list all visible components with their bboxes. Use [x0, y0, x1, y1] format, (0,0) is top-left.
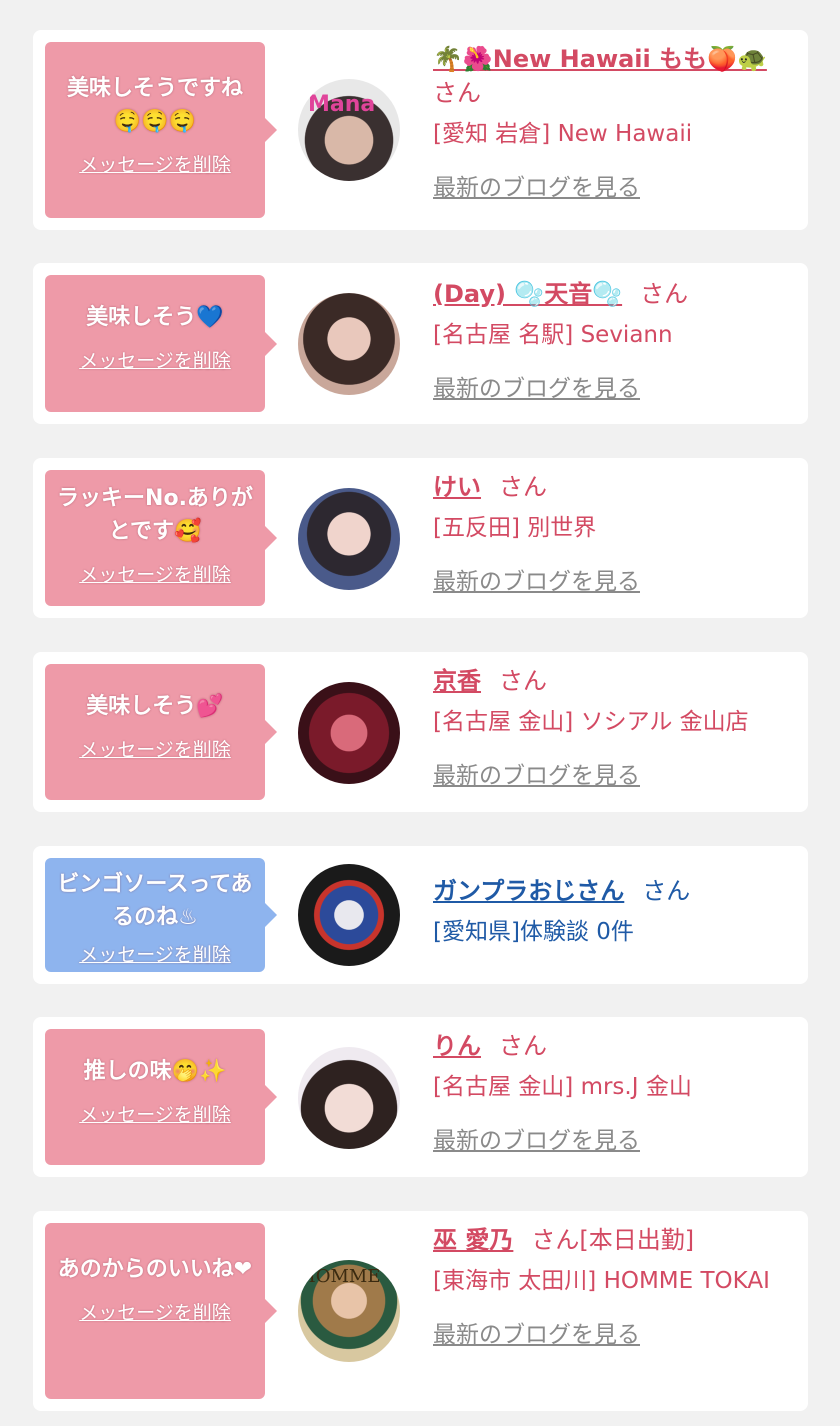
message-text: 美味しそう💕: [86, 694, 224, 719]
shop-label: [名古屋 名駅] Seviann: [433, 322, 673, 348]
message-bubble: ビンゴソースってあるのね♨ メッセージを削除: [45, 858, 277, 972]
latest-blog-link[interactable]: 最新のブログを見る: [433, 168, 640, 202]
message-card: ビンゴソースってあるのね♨ メッセージを削除 ガンプラおじさん さん [愛知県]体…: [33, 846, 808, 984]
shop-label: [五反田] 別世界: [433, 515, 597, 541]
delete-message-link[interactable]: メッセージを削除: [79, 1100, 231, 1127]
delete-message-link[interactable]: メッセージを削除: [79, 940, 231, 967]
shop-label: [東海市 太田川] HOMME TOKAI: [433, 1268, 770, 1294]
sender-info: (Day) 🫧天音🫧 さん [名古屋 名駅] Seviann 最新のブログを見る: [433, 277, 798, 403]
message-bubble: 推しの味🤭✨ メッセージを削除: [45, 1029, 277, 1165]
avatar-image: HOMME: [300, 1266, 380, 1287]
sender-name-link[interactable]: 🌴🌺New Hawaii もも🍑🐢: [433, 45, 767, 73]
sender-name-link[interactable]: ガンプラおじさん: [433, 877, 624, 905]
delete-message-link[interactable]: メッセージを削除: [79, 1298, 231, 1325]
message-bubble: 美味しそう💕 メッセージを削除: [45, 664, 277, 800]
message-list: 美味しそうですね🤤🤤🤤 メッセージを削除 Mana 🌴🌺New Hawaii も…: [0, 0, 840, 1426]
honorific: さん: [642, 877, 691, 905]
attendance-badge: [本日出勤]: [579, 1226, 695, 1254]
message-text: あのからのいいね❤: [57, 1257, 253, 1282]
message-card: 推しの味🤭✨ メッセージを削除 りん さん [名古屋 金山] mrs.J 金山 最…: [33, 1017, 808, 1177]
message-card: あのからのいいね❤ メッセージを削除 HOMME 巫 愛乃 さん[本日出勤] [東…: [33, 1211, 808, 1411]
message-text: 美味しそう💙: [86, 305, 224, 330]
avatar[interactable]: [298, 682, 400, 784]
message-bubble: あのからのいいね❤ メッセージを削除: [45, 1223, 277, 1399]
message-bubble: ラッキーNo.ありがとです🥰 メッセージを削除: [45, 470, 277, 606]
avatar[interactable]: [298, 488, 400, 590]
sender-info: ガンプラおじさん さん [愛知県]体験談 0件: [433, 874, 798, 952]
sender-name-link[interactable]: 巫 愛乃: [433, 1226, 513, 1254]
honorific: さん: [433, 79, 481, 107]
avatar[interactable]: [298, 293, 400, 395]
sender-name-link[interactable]: りん: [433, 1032, 481, 1060]
message-bubble: 美味しそうですね🤤🤤🤤 メッセージを削除: [45, 42, 277, 218]
avatar[interactable]: HOMME: [298, 1260, 400, 1362]
delete-message-link[interactable]: メッセージを削除: [79, 560, 231, 587]
message-bubble: 美味しそう💙 メッセージを削除: [45, 275, 277, 412]
message-card: 美味しそう💙 メッセージを削除 (Day) 🫧天音🫧 さん [名古屋 名駅] Se…: [33, 263, 808, 424]
shop-label: [名古屋 金山] mrs.J 金山: [433, 1074, 692, 1100]
latest-blog-link[interactable]: 最新のブログを見る: [433, 369, 640, 403]
latest-blog-link[interactable]: 最新のブログを見る: [433, 1121, 640, 1155]
message-card: 美味しそう💕 メッセージを削除 京香 さん [名古屋 金山] ソシアル 金山店 最…: [33, 652, 808, 812]
honorific: さん: [531, 1226, 580, 1254]
message-card: ラッキーNo.ありがとです🥰 メッセージを削除 けい さん [五反田] 別世界 最…: [33, 458, 808, 618]
svg-text:Mana: Mana: [308, 92, 375, 117]
sender-info: 巫 愛乃 さん[本日出勤] [東海市 太田川] HOMME TOKAI 最新のブロ…: [433, 1223, 798, 1349]
shop-label: [愛知県]体験談 0件: [433, 919, 634, 945]
message-text: ビンゴソースってあるのね♨: [57, 872, 253, 930]
sender-info: けい さん [五反田] 別世界 最新のブログを見る: [433, 470, 798, 596]
honorific: さん: [499, 473, 547, 501]
avatar[interactable]: [298, 864, 400, 966]
delete-message-link[interactable]: メッセージを削除: [79, 346, 231, 373]
sender-name-link[interactable]: けい: [433, 473, 481, 501]
latest-blog-link[interactable]: 最新のブログを見る: [433, 756, 640, 790]
avatar[interactable]: [298, 1047, 400, 1149]
sender-info: りん さん [名古屋 金山] mrs.J 金山 最新のブログを見る: [433, 1029, 798, 1155]
delete-message-link[interactable]: メッセージを削除: [79, 735, 231, 762]
avatar-image: Mana: [308, 92, 375, 117]
message-card: 美味しそうですね🤤🤤🤤 メッセージを削除 Mana 🌴🌺New Hawaii も…: [33, 30, 808, 230]
honorific: さん: [640, 280, 689, 308]
message-text: 美味しそうですね🤤🤤🤤: [66, 76, 243, 134]
shop-label: [名古屋 金山] ソシアル 金山店: [433, 709, 749, 735]
sender-name-link[interactable]: 京香: [433, 667, 481, 695]
sender-info: 京香 さん [名古屋 金山] ソシアル 金山店 最新のブログを見る: [433, 664, 798, 790]
honorific: さん: [499, 1032, 547, 1060]
shop-label: [愛知 岩倉] New Hawaii: [433, 121, 693, 147]
svg-text:HOMME: HOMME: [300, 1266, 380, 1287]
message-text: 推しの味🤭✨: [83, 1059, 227, 1084]
honorific: さん: [499, 667, 547, 695]
latest-blog-link[interactable]: 最新のブログを見る: [433, 562, 640, 596]
sender-name-link[interactable]: (Day) 🫧天音🫧: [433, 280, 622, 308]
sender-info: 🌴🌺New Hawaii もも🍑🐢 さん [愛知 岩倉] New Hawaii …: [433, 42, 798, 202]
delete-message-link[interactable]: メッセージを削除: [79, 150, 231, 177]
message-text: ラッキーNo.ありがとです🥰: [57, 486, 253, 544]
avatar[interactable]: Mana: [298, 79, 400, 181]
latest-blog-link[interactable]: 最新のブログを見る: [433, 1315, 640, 1349]
